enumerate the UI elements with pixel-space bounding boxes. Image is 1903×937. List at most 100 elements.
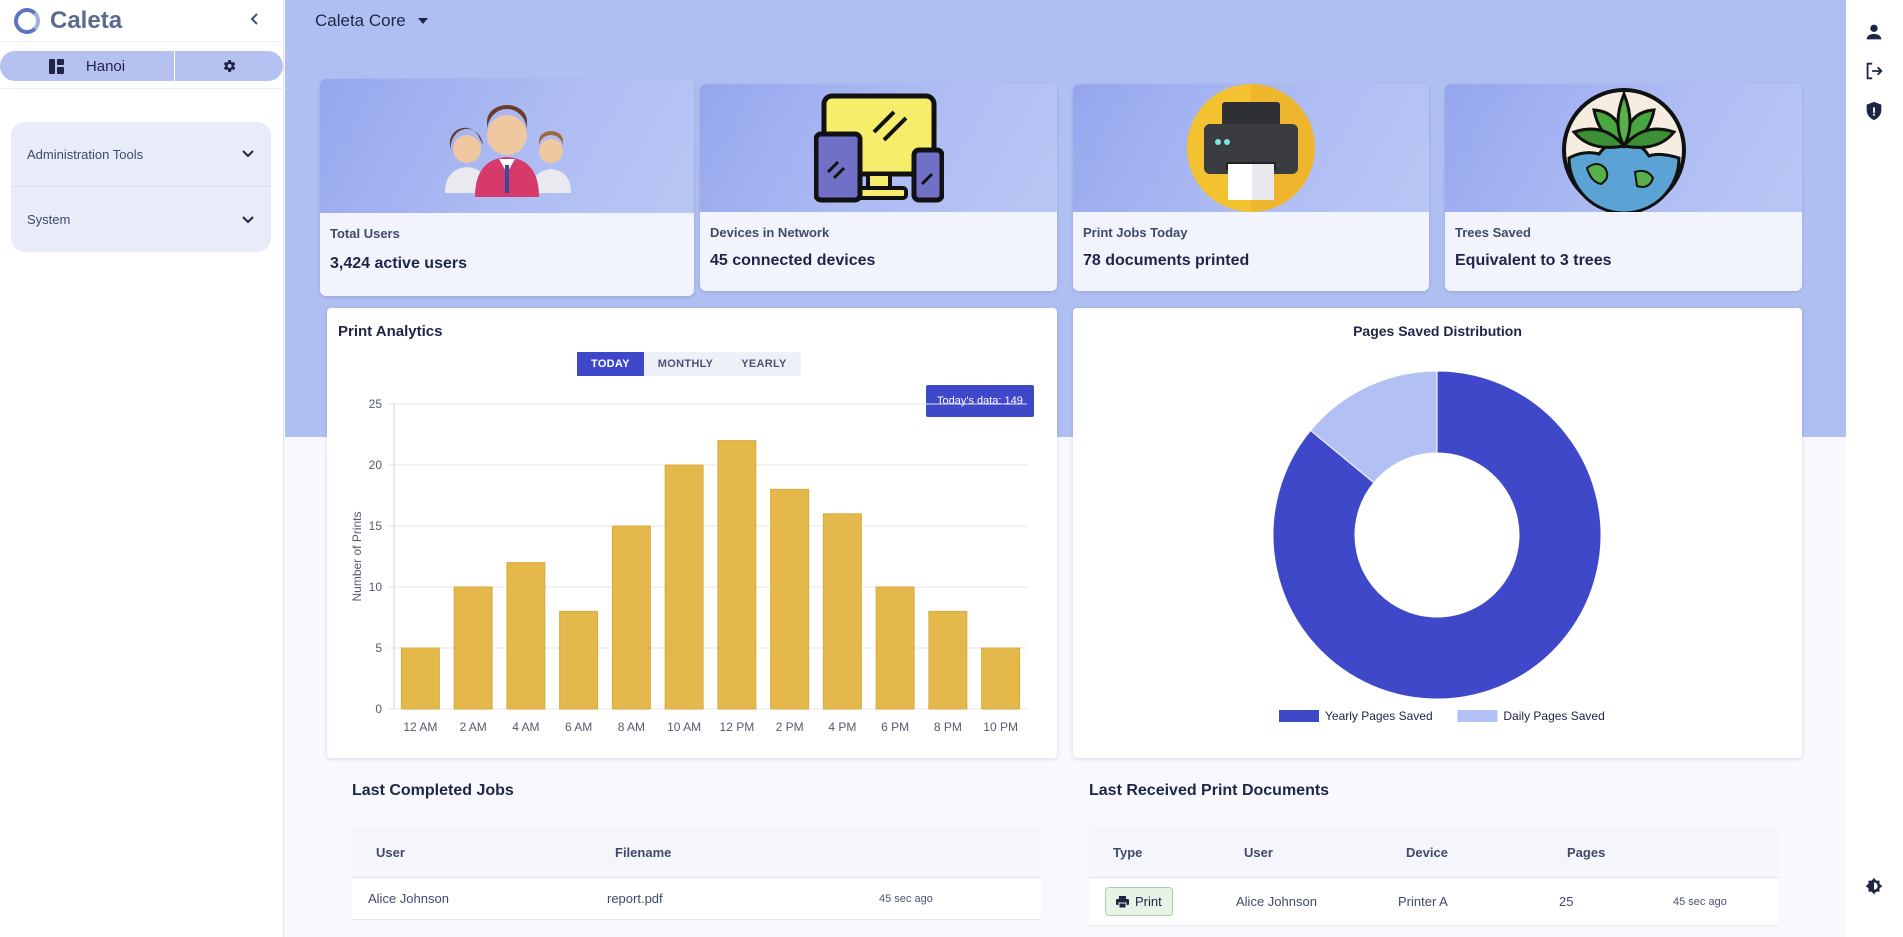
x-tick-label: 6 PM bbox=[881, 720, 909, 734]
stat-value: Equivalent to 3 trees bbox=[1455, 252, 1612, 269]
chevron-down-icon bbox=[242, 215, 254, 223]
logout-icon[interactable] bbox=[1863, 60, 1885, 82]
completed-jobs-table: User Filename Alice Johnson report.pdf 4… bbox=[352, 827, 1041, 920]
table-row[interactable]: Alice Johnson report.pdf 45 sec ago bbox=[352, 878, 1041, 920]
stat-card-print-jobs: Print Jobs Today 78 documents printed bbox=[1073, 84, 1429, 291]
site-switcher: Hanoi bbox=[0, 51, 283, 81]
stat-label: Trees Saved bbox=[1455, 225, 1531, 240]
job-time: 45 sec ago bbox=[879, 892, 933, 905]
bar bbox=[981, 647, 1021, 710]
stat-value: 78 documents printed bbox=[1083, 252, 1250, 269]
doc-time: 45 sec ago bbox=[1673, 895, 1727, 908]
bar bbox=[928, 610, 968, 710]
gear-icon bbox=[223, 60, 236, 72]
stat-value: 45 connected devices bbox=[710, 252, 876, 269]
devices-illustration-icon bbox=[813, 93, 944, 203]
stat-image bbox=[1073, 84, 1429, 212]
stat-image bbox=[1445, 84, 1802, 212]
collapse-sidebar-button[interactable] bbox=[241, 9, 269, 32]
y-tick-label: 10 bbox=[369, 580, 383, 594]
bar bbox=[717, 440, 757, 710]
org-select-value: Caleta Core bbox=[315, 11, 406, 30]
theme-toggle-icon[interactable] bbox=[1863, 876, 1885, 898]
column-header-user: User bbox=[1244, 844, 1273, 860]
bar bbox=[875, 586, 915, 710]
job-filename: report.pdf bbox=[607, 891, 663, 906]
bar bbox=[822, 513, 862, 710]
received-docs-table: Type User Device Pages Print Alice Johns… bbox=[1089, 827, 1778, 926]
y-tick-label: 20 bbox=[369, 458, 383, 472]
sidebar-item-system[interactable]: System bbox=[11, 186, 271, 252]
y-tick-label: 5 bbox=[375, 641, 382, 655]
stat-image bbox=[700, 84, 1057, 212]
bar bbox=[506, 562, 546, 710]
completed-jobs-title: Last Completed Jobs bbox=[352, 782, 514, 799]
doc-device: Printer A bbox=[1398, 894, 1448, 909]
bar bbox=[559, 610, 599, 710]
x-tick-label: 6 AM bbox=[565, 720, 592, 734]
pages-saved-donut-chart: Yearly Pages Saved Daily Pages Saved bbox=[1272, 370, 1605, 723]
site-name: Hanoi bbox=[85, 57, 126, 75]
sidebar-item-label: System bbox=[27, 212, 71, 227]
column-header-type: Type bbox=[1113, 844, 1143, 860]
column-header-device: Device bbox=[1406, 844, 1448, 860]
legend-label: Yearly Pages Saved bbox=[1325, 709, 1433, 723]
legend-swatch bbox=[1279, 710, 1319, 722]
x-tick-label: 8 AM bbox=[618, 720, 645, 734]
printer-illustration-icon bbox=[1187, 84, 1315, 212]
y-tick-label: 0 bbox=[375, 702, 382, 716]
doc-type-chip[interactable]: Print bbox=[1105, 887, 1173, 916]
x-tick-label: 8 PM bbox=[934, 720, 962, 734]
sidebar-menu: Administration Tools System bbox=[11, 122, 271, 252]
table-row[interactable]: Print Alice Johnson Printer A 25 45 sec … bbox=[1089, 878, 1778, 926]
job-user: Alice Johnson bbox=[368, 891, 449, 906]
table-header: User Filename bbox=[352, 827, 1041, 878]
legend-label: Daily Pages Saved bbox=[1503, 709, 1604, 723]
app-name: Caleta bbox=[50, 6, 123, 34]
printer-icon bbox=[1116, 895, 1129, 908]
x-tick-label: 12 AM bbox=[403, 720, 437, 734]
sidebar-divider bbox=[0, 88, 283, 89]
x-tick-label: 2 AM bbox=[459, 720, 486, 734]
sidebar-item-administration-tools[interactable]: Administration Tools bbox=[11, 122, 271, 186]
x-tick-label: 4 PM bbox=[828, 720, 856, 734]
column-header-user: User bbox=[376, 844, 405, 860]
caleta-logo bbox=[14, 7, 40, 34]
bar bbox=[453, 586, 493, 710]
x-tick-label: 10 AM bbox=[667, 720, 701, 734]
shield-icon[interactable] bbox=[1863, 100, 1885, 122]
earth-leaves-illustration-icon bbox=[1561, 88, 1686, 212]
doc-user: Alice Johnson bbox=[1236, 894, 1317, 909]
brand: Caleta bbox=[0, 0, 283, 42]
users-illustration-icon bbox=[445, 105, 571, 197]
site-settings-button[interactable] bbox=[175, 58, 283, 74]
site-dashboard-button[interactable]: Hanoi bbox=[0, 51, 175, 81]
chevron-down-icon bbox=[242, 150, 254, 158]
x-tick-label: 12 PM bbox=[720, 720, 755, 734]
print-analytics-panel: Print Analytics TODAY MONTHLY YEARLY Tod… bbox=[327, 308, 1057, 758]
stat-label: Total Users bbox=[330, 226, 400, 241]
sidebar: Caleta Hanoi Administration Tools System bbox=[0, 0, 284, 937]
chevron-left-icon bbox=[250, 13, 258, 25]
column-header-pages: Pages bbox=[1567, 844, 1606, 860]
x-tick-label: 4 AM bbox=[512, 720, 539, 734]
account-icon[interactable] bbox=[1863, 21, 1885, 43]
y-axis-label: Number of Prints bbox=[350, 511, 364, 601]
stat-label: Print Jobs Today bbox=[1083, 225, 1188, 240]
stat-card-trees-saved: Trees Saved Equivalent to 3 trees bbox=[1445, 84, 1802, 291]
y-tick-label: 15 bbox=[369, 519, 383, 533]
column-header-filename: Filename bbox=[615, 844, 672, 860]
received-docs-title: Last Received Print Documents bbox=[1089, 782, 1330, 799]
stat-card-total-users: Total Users 3,424 active users bbox=[320, 79, 694, 296]
x-tick-label: 2 PM bbox=[776, 720, 804, 734]
doc-type-label: Print bbox=[1135, 894, 1162, 909]
stat-value: 3,424 active users bbox=[330, 255, 467, 272]
y-tick-label: 25 bbox=[369, 397, 383, 411]
org-select[interactable]: Caleta Core bbox=[315, 11, 428, 31]
caret-down-icon bbox=[417, 18, 428, 24]
right-rail bbox=[1846, 0, 1903, 937]
sidebar-item-label: Administration Tools bbox=[27, 146, 144, 162]
stat-label: Devices in Network bbox=[710, 225, 830, 240]
legend-swatch bbox=[1457, 710, 1498, 722]
stat-card-devices: Devices in Network 45 connected devices bbox=[700, 84, 1057, 291]
